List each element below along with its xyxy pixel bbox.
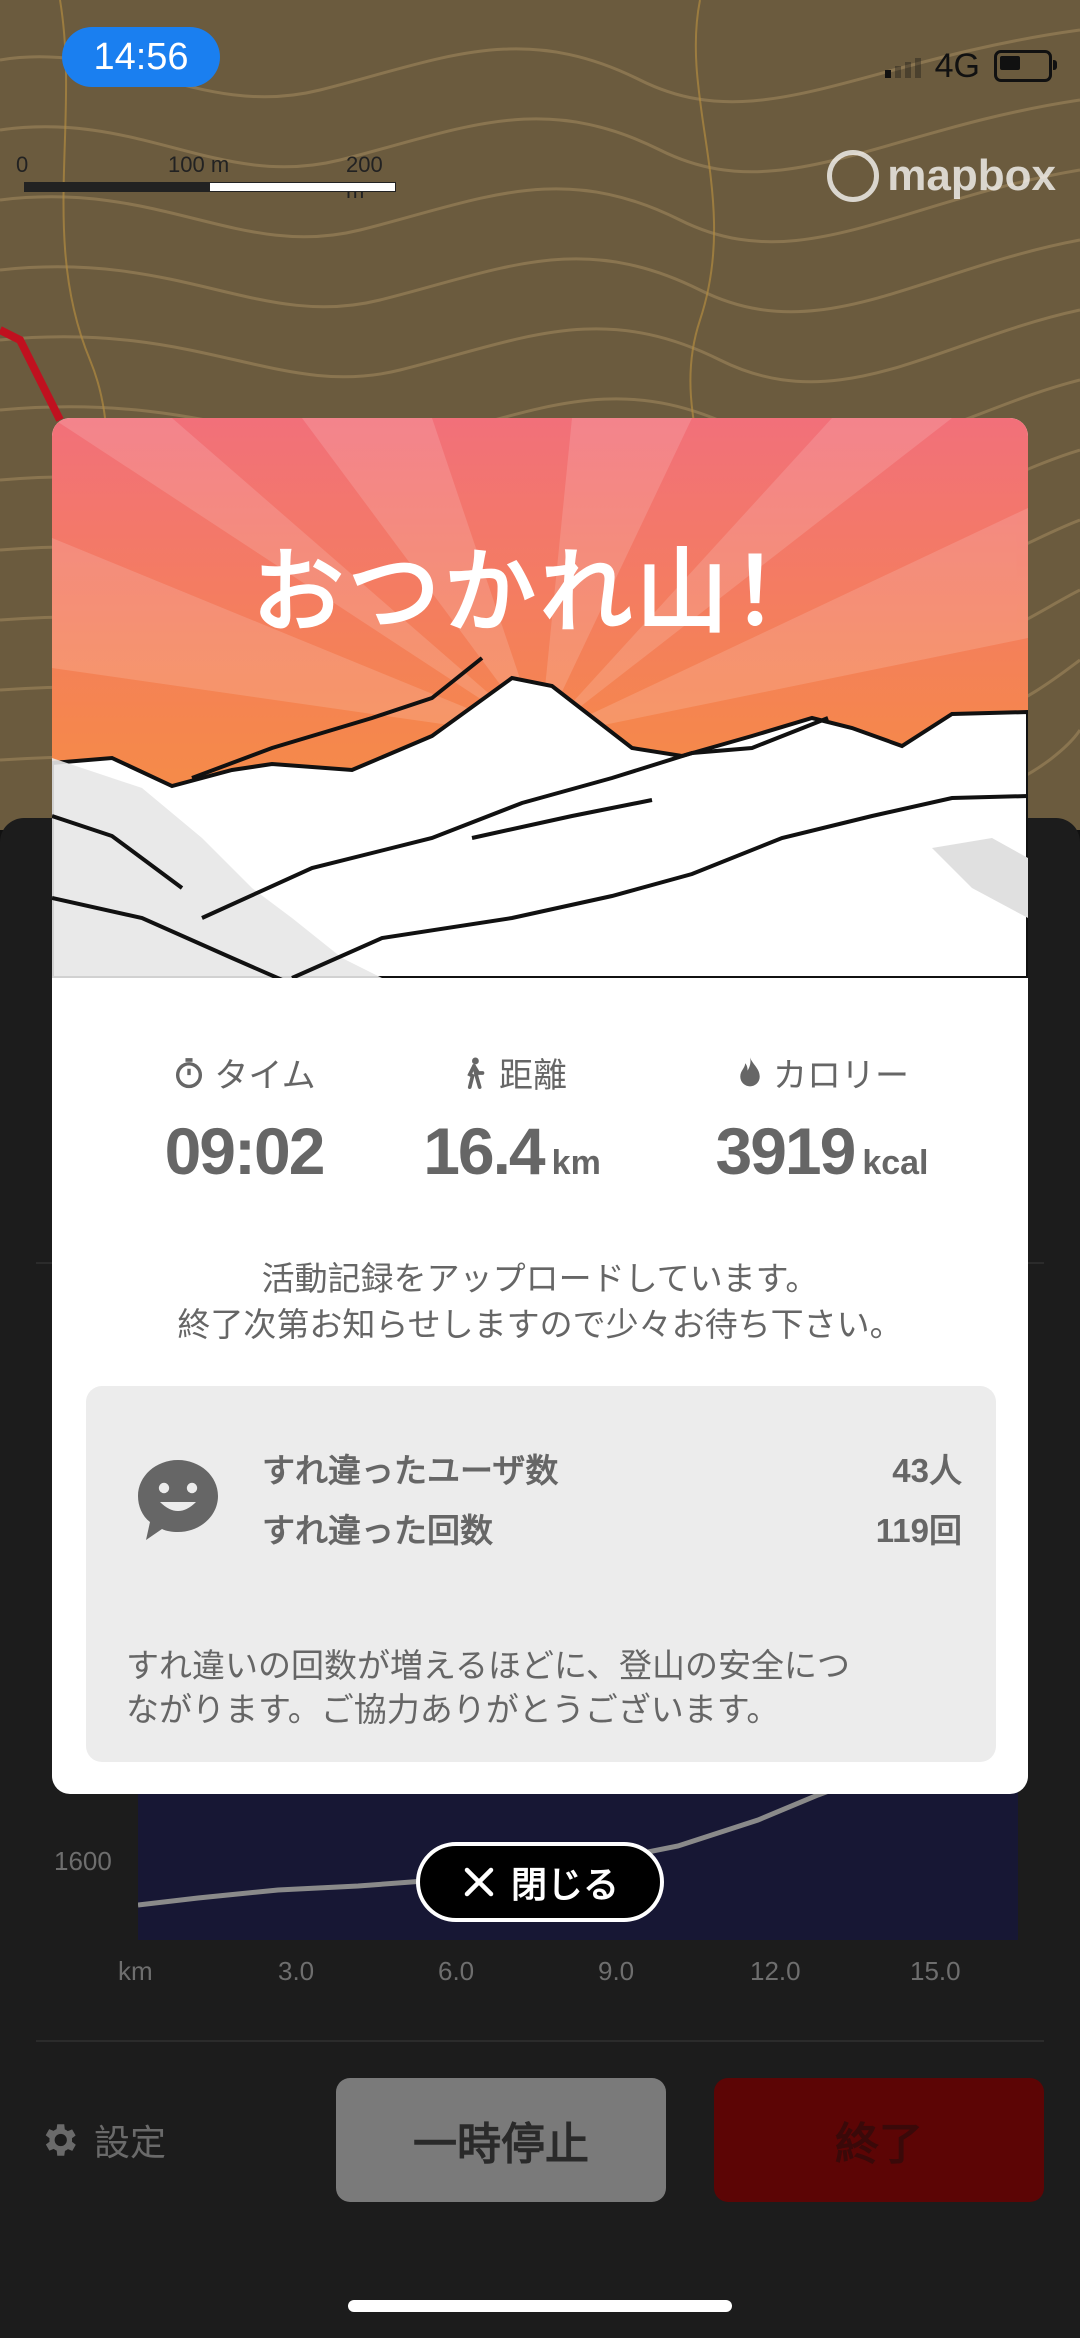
stat-distance: 距離 16.4 km	[362, 1048, 662, 1189]
pause-button[interactable]: 一時停止	[336, 2078, 666, 2202]
upload-message: 活動記録をアップロードしています。 終了次第お知らせしますので少々お待ち下さい。	[52, 1256, 1028, 1348]
scale-label-0: 0	[16, 152, 29, 177]
close-icon	[464, 1867, 494, 1897]
signal-icon	[884, 54, 921, 78]
encounter-users-value: 43人	[892, 1452, 962, 1489]
flame-icon	[740, 1056, 760, 1086]
stat-distance-unit: km	[551, 1144, 601, 1182]
settings-label: 設定	[94, 2123, 167, 2164]
encounter-count-row: すれ違った回数 119回	[262, 1504, 962, 1552]
stat-time: タイム 09:02	[94, 1048, 394, 1189]
mapbox-logo-icon	[827, 150, 880, 202]
status-indicators: 4G	[884, 46, 1057, 86]
mapbox-attribution[interactable]: mapbox	[827, 150, 1056, 202]
hero-banner: おつかれ山！	[52, 418, 1028, 978]
encounter-users-row: すれ違ったユーザ数 43人	[262, 1444, 962, 1492]
scale-bar	[24, 182, 396, 192]
stat-time-label: タイム	[214, 1056, 316, 1096]
x-tick-9: 9.0	[598, 1956, 635, 1986]
encounter-note: すれ違いの回数が増えるほどに、登山の安全につ ながります。ご協力ありがとうござい…	[126, 1644, 976, 1732]
encounter-box: すれ違ったユーザ数 43人 すれ違った回数 119回 すれ違いの回数が増えるほど…	[86, 1386, 996, 1762]
upload-message-line1: 活動記録をアップロードしています。	[261, 1259, 819, 1298]
mapbox-label: mapbox	[887, 151, 1056, 200]
activity-stats: タイム 09:02 距離 16.4 km カロリー 3919 kcal	[52, 1048, 1028, 1218]
gear-icon	[45, 2124, 76, 2156]
x-tick-15: 15.0	[910, 1956, 961, 1986]
encounter-note-line2: ながります。ご協力ありがとうございます。	[126, 1690, 780, 1729]
encounter-count-label: すれ違った回数	[262, 1511, 493, 1550]
stopwatch-icon	[176, 1057, 203, 1088]
panel-divider-bottom	[36, 2040, 1044, 2042]
network-label: 4G	[934, 46, 980, 85]
home-indicator	[348, 2300, 732, 2312]
summary-modal: おつかれ山！ タイム 09:02 距離 16.4 km カロリー 3919 kc…	[52, 418, 1028, 1794]
x-tick-3: 3.0	[278, 1956, 315, 1986]
stat-calories-label: カロリー	[773, 1056, 909, 1096]
scale-label-100: 100 m	[168, 152, 230, 177]
stat-calories: カロリー 3919 kcal	[657, 1048, 987, 1189]
battery-icon	[994, 50, 1057, 82]
map-scale: 0 100 m 200 m	[16, 152, 396, 203]
close-button[interactable]: 閉じる	[416, 1842, 664, 1922]
stat-time-value: 09:02	[164, 1114, 326, 1188]
close-label: 閉じる	[510, 1865, 619, 1906]
x-tick-12: 12.0	[750, 1956, 801, 1986]
x-tick-6: 6.0	[438, 1956, 475, 1986]
stat-calories-value: 3919 kcal	[715, 1114, 929, 1188]
encounter-users-label: すれ違ったユーザ数	[262, 1451, 559, 1490]
x-tick-km: km	[118, 1956, 153, 1986]
stat-calories-unit: kcal	[862, 1144, 929, 1182]
smiley-chat-icon	[138, 1460, 218, 1540]
stat-distance-label: 距離	[499, 1056, 567, 1096]
scale-label-200: 200 m	[346, 152, 383, 203]
status-time: 14:56	[62, 27, 220, 87]
settings-button[interactable]: 設定	[38, 2114, 166, 2166]
hiker-icon	[467, 1057, 485, 1089]
encounter-note-line1: すれ違いの回数が増えるほどに、登山の安全につ	[126, 1646, 851, 1685]
y-tick-1600: 1600	[54, 1846, 112, 1876]
stat-distance-value: 16.4 km	[423, 1114, 601, 1188]
encounter-count-value: 119回	[875, 1512, 962, 1549]
end-button[interactable]: 終了	[714, 2078, 1044, 2202]
upload-message-line2: 終了次第お知らせしますので少々お待ち下さい。	[177, 1305, 903, 1344]
modal-title: おつかれ山！	[251, 539, 828, 646]
mountain-sunburst-illustration	[52, 418, 1028, 978]
